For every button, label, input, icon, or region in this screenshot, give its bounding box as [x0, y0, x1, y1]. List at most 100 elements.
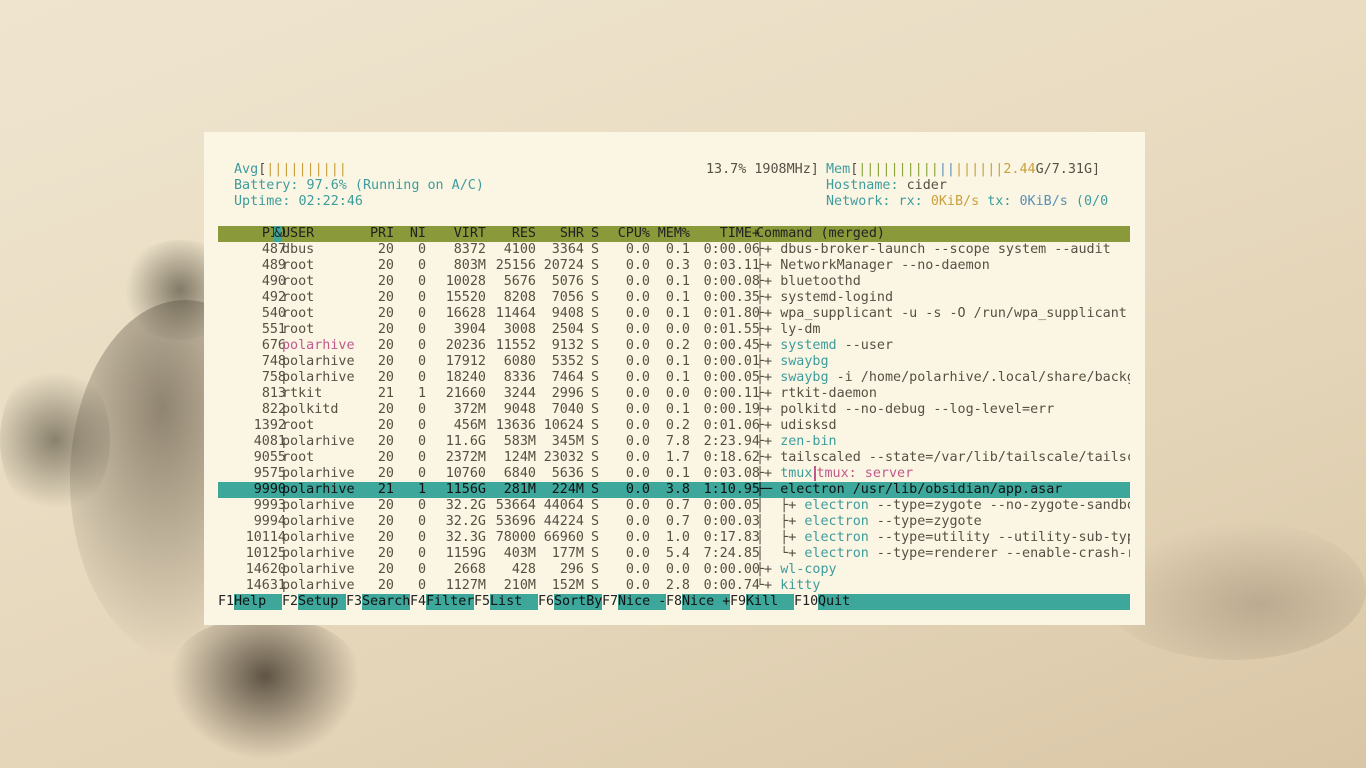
fkey-f6-button[interactable]: SortBy: [554, 594, 602, 610]
process-row[interactable]: 748 polarhive 20 0 17912 6080 5352 S 0.0 0.1 0:00.…: [218, 354, 1130, 370]
process-row[interactable]: 822 polkitd 20 0 372M 9048 7040 S 0.0 0.1 0:00.19 ├…: [218, 402, 1130, 418]
col-cpu[interactable]: CPU%: [602, 226, 650, 242]
fkey-f4-button[interactable]: Filter: [426, 594, 474, 610]
process-row[interactable]: 10114 polarhive 20 0 32.3G 78000 66960 S 0.0 1.0 0…: [218, 530, 1130, 546]
process-row[interactable]: 9994 polarhive 20 0 32.2G 53696 44224 S 0.0 0.7 0:…: [218, 514, 1130, 530]
fkey-f2-button[interactable]: Setup: [298, 594, 346, 610]
process-row[interactable]: 551 root 20 0 3904 3008 2504 S 0.0 0.0 0:01.55 ├+ l…: [218, 322, 1130, 338]
cell-s: S: [591, 514, 600, 529]
cell-user: root: [282, 450, 315, 465]
cell-command: ├+ rtkit-daemon: [756, 386, 1130, 402]
cell-s: S: [591, 290, 600, 305]
process-row[interactable]: 487 dbus 20 0 8372 4100 3364 S 0.0 0.1 0:00.06 ├+ d…: [218, 242, 1130, 258]
cell-time: 0:01.06: [703, 418, 760, 433]
fkey-f5-button[interactable]: List: [490, 594, 538, 610]
cell-virt: 1156G: [445, 482, 486, 497]
cell-mem: 0.3: [665, 258, 690, 273]
cell-ni: 0: [417, 370, 426, 385]
process-row[interactable]: 489 root 20 0 803M 25156 20724 S 0.0 0.3 0:03.11 ├+…: [218, 258, 1130, 274]
col-res[interactable]: RES: [488, 226, 536, 242]
col-pri[interactable]: PRI: [370, 226, 394, 242]
col-user[interactable]: USER: [282, 226, 314, 242]
cell-s: S: [591, 242, 600, 257]
cell-pid: 490: [261, 274, 286, 289]
cell-res: 13636: [495, 418, 536, 433]
cell-ni: 0: [417, 242, 426, 257]
cell-pid: 748: [261, 354, 286, 369]
cell-pid: 9993: [253, 498, 286, 513]
tree-branch: ├─: [756, 482, 781, 497]
col-ni[interactable]: NI: [406, 226, 426, 242]
fkey-f1-button[interactable]: Help: [234, 594, 282, 610]
cell-s: S: [591, 258, 600, 273]
col-shr[interactable]: SHR: [536, 226, 584, 242]
fkey-f10-button[interactable]: Quit: [818, 594, 1130, 610]
col-mem[interactable]: MEM%: [650, 226, 690, 242]
cell-cpu: 0.0: [625, 498, 650, 513]
tree-branch: ├+: [756, 402, 781, 417]
cell-pid: 822: [261, 402, 286, 417]
cell-user: root: [282, 306, 315, 321]
cell-pri: 21: [377, 482, 394, 497]
cell-ni: 0: [417, 450, 426, 465]
cell-virt: 2372M: [445, 450, 486, 465]
cell-user: dbus: [282, 242, 315, 257]
fkey-f9-button[interactable]: Kill: [746, 594, 794, 610]
cell-cpu: 0.0: [625, 322, 650, 337]
cell-time: 0:00.74: [703, 578, 760, 593]
cell-command: │ ├+ electron --type=utility --utility-s…: [756, 530, 1130, 546]
cell-s: S: [591, 386, 600, 401]
process-table-header[interactable]: PID & USER PRI NI VIRT RES SHR S CPU% ME…: [218, 226, 1130, 242]
col-time[interactable]: TIME+: [690, 226, 760, 242]
process-row[interactable]: 9990 polarhive 21 1 1156G 281M 224M S 0.0 3.8 1:10…: [218, 482, 1130, 498]
terminal-window[interactable]: Avg[|||||||||| 13.7% 1908MHz] Battery: 9…: [204, 132, 1145, 625]
col-state[interactable]: S: [591, 226, 599, 242]
cell-mem: 0.7: [665, 498, 690, 513]
cell-user: polarhive: [282, 354, 355, 369]
process-row[interactable]: 490 root 20 0 10028 5676 5076 S 0.0 0.1 0:00.08 ├+ …: [218, 274, 1130, 290]
function-key-bar[interactable]: F1 Help F2 Setup F3 Search F4 Filter F5 List F6…: [218, 594, 1130, 610]
painting-foliage-left: [0, 360, 110, 520]
fkey-f3-button[interactable]: Search: [362, 594, 410, 610]
cell-s: S: [591, 434, 600, 449]
cell-pri: 20: [377, 242, 394, 257]
process-row[interactable]: 4081 polarhive 20 0 11.6G 583M 345M S 0.0 7.8 2:23…: [218, 434, 1130, 450]
cell-s: S: [591, 274, 600, 289]
cell-time: 0:00.11: [703, 386, 760, 401]
process-row[interactable]: 9993 polarhive 20 0 32.2G 53664 44064 S 0.0 0.7 0:…: [218, 498, 1130, 514]
process-row[interactable]: 492 root 20 0 15520 8208 7056 S 0.0 0.1 0:00.35 ├+ …: [218, 290, 1130, 306]
process-row[interactable]: 14631 polarhive 20 0 1127M 210M 152M S 0.0 2.8 0:0…: [218, 578, 1130, 594]
command-name: ly-dm: [780, 322, 821, 337]
process-row[interactable]: 676 polarhive 20 0 20236 11552 9132 S 0.0 0.2 0:00…: [218, 338, 1130, 354]
process-row[interactable]: 14620 polarhive 20 0 2668 428 296 S 0.0 0.0 0:00.0…: [218, 562, 1130, 578]
cell-virt: 8372: [453, 242, 486, 257]
col-command[interactable]: Command (merged): [756, 226, 1130, 242]
cell-command: ├+ systemd --user: [756, 338, 1130, 354]
cell-time: 0:00.19: [703, 402, 760, 417]
cell-virt: 15520: [445, 290, 486, 305]
cell-time: 0:01.80: [703, 306, 760, 321]
process-row[interactable]: 1392 root 20 0 456M 13636 10624 S 0.0 0.2 0:01.06 ├…: [218, 418, 1130, 434]
process-row[interactable]: 540 root 20 0 16628 11464 9408 S 0.0 0.1 0:01.80 ├+…: [218, 306, 1130, 322]
cell-ni: 0: [417, 418, 426, 433]
cell-shr: 3364: [551, 242, 584, 257]
cell-ni: 1: [417, 482, 426, 497]
fkey-f7-button[interactable]: Nice -: [618, 594, 666, 610]
cell-res: 3008: [503, 322, 536, 337]
cell-pid: 551: [261, 322, 286, 337]
process-row[interactable]: 9055 root 20 0 2372M 124M 23032 S 0.0 1.7 0:18.62 ├…: [218, 450, 1130, 466]
fkey-f8-button[interactable]: Nice +: [682, 594, 730, 610]
cell-pri: 20: [377, 530, 394, 545]
cell-s: S: [591, 306, 600, 321]
process-row[interactable]: 9575 polarhive 20 0 10760 6840 5636 S 0.0 0.1 0:03…: [218, 466, 1130, 482]
process-row[interactable]: 813 rtkit 21 1 21660 3244 2996 S 0.0 0.0 0:00.11 ├+…: [218, 386, 1130, 402]
col-virt[interactable]: VIRT: [430, 226, 486, 242]
cell-mem: 2.8: [665, 578, 690, 593]
cell-pri: 20: [377, 466, 394, 481]
process-row[interactable]: 758 polarhive 20 0 18240 8336 7464 S 0.0 0.1 0:00.…: [218, 370, 1130, 386]
cell-pid: 9575: [253, 466, 286, 481]
cell-cpu: 0.0: [625, 354, 650, 369]
process-row[interactable]: 10125 polarhive 20 0 1159G 403M 177M S 0.0 5.4 7:2…: [218, 546, 1130, 562]
cell-user: root: [282, 290, 315, 305]
cell-command: ├+ systemd-logind: [756, 290, 1130, 306]
